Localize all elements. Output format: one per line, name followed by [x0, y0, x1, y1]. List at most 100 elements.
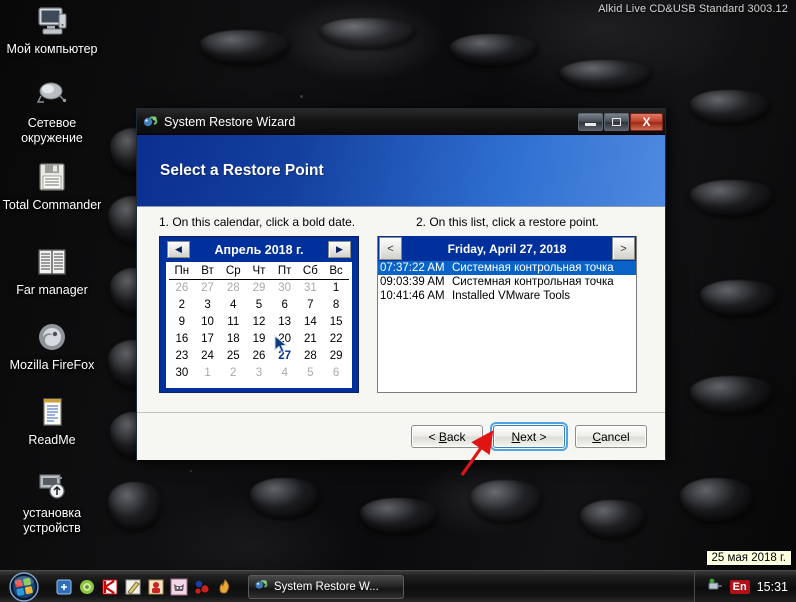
quick-launch-bar[interactable]: [55, 578, 234, 596]
wallpaper-texture: [450, 34, 538, 66]
system-tray[interactable]: En 15:31: [693, 570, 796, 602]
restore-point-time: 10:41:46 AM: [380, 290, 445, 302]
calendar-day-cell[interactable]: 15: [323, 314, 349, 331]
desktop-icon-my-computer[interactable]: Мой компьютер: [0, 4, 104, 57]
minimize-button[interactable]: [578, 112, 603, 131]
desktop-icon-far-manager[interactable]: Far manager: [0, 245, 104, 298]
desktop-icon-readme[interactable]: ReadMe: [0, 395, 104, 448]
calendar-day-cell[interactable]: 5: [298, 365, 324, 382]
desktop-icon-label: Мой компьютер: [6, 42, 98, 56]
maximize-button[interactable]: [604, 112, 629, 131]
calendar-day-cell[interactable]: 2: [220, 365, 246, 382]
calendar-day-cell[interactable]: 1: [195, 365, 221, 382]
instruction-list: 2. On this list, click a restore point.: [416, 215, 599, 229]
security-icon[interactable]: [147, 578, 165, 596]
calendar-weekday: Чт: [246, 264, 272, 280]
calendar-day-cell[interactable]: 23: [169, 348, 195, 365]
restore-point-items[interactable]: 07:37:22 AM Системная контрольная точка 09…: [378, 261, 636, 303]
close-button[interactable]: X: [630, 112, 663, 131]
calendar-day-cell[interactable]: 6: [272, 297, 298, 314]
pencil-icon[interactable]: [124, 578, 142, 596]
flame-icon[interactable]: [216, 578, 234, 596]
safely-remove-icon[interactable]: [707, 576, 723, 597]
restore-point-description: Installed VMware Tools: [452, 290, 571, 302]
calendar-day-cell[interactable]: 28: [220, 280, 246, 297]
calendar-day-cell[interactable]: 14: [298, 314, 324, 331]
calendar-day-cell[interactable]: 22: [323, 331, 349, 348]
calendar-day-cell[interactable]: 26: [246, 348, 272, 365]
taskbar-task-list[interactable]: System Restore W...: [248, 574, 404, 599]
system-restore-wizard-dialog[interactable]: System Restore Wizard X Select a Restore…: [136, 108, 666, 460]
cat-icon[interactable]: [170, 578, 188, 596]
calendar-day-cell[interactable]: 18: [220, 331, 246, 348]
list-next-day-button[interactable]: >: [612, 237, 635, 260]
desktop-icon-label: Far manager: [16, 283, 88, 297]
calendar-day-cell[interactable]: 2: [169, 297, 195, 314]
language-indicator[interactable]: En: [729, 579, 750, 594]
restore-calendar[interactable]: ◀ Апрель 2018 г. ▶ Пн Вт Ср Чт Пт Сб Вс 26 27 28…: [159, 236, 359, 393]
taskbar-clock[interactable]: 15:31: [757, 580, 788, 594]
calendar-table: Пн Вт Ср Чт Пт Сб Вс 26 27 28 29 30 31 1 2 3 4 5 6 7 8 9 10 11…: [169, 264, 349, 382]
calendar-day-cell[interactable]: 28: [298, 348, 324, 365]
calendar-day-cell[interactable]: 5: [246, 297, 272, 314]
window-controls[interactable]: X: [578, 112, 663, 131]
calendar-day-cell[interactable]: 26: [169, 280, 195, 297]
calendar-day-cell[interactable]: 1: [323, 280, 349, 297]
calendar-day-cell[interactable]: 8: [323, 297, 349, 314]
back-button[interactable]: < Back: [411, 425, 483, 448]
calendar-day-cell[interactable]: 31: [298, 280, 324, 297]
dialog-titlebar[interactable]: System Restore Wizard X: [137, 109, 665, 135]
calendar-day-cell[interactable]: 25: [220, 348, 246, 365]
calendar-day-cell[interactable]: 24: [195, 348, 221, 365]
dialog-body: 1. On this calendar, click a bold date. …: [137, 207, 665, 460]
restore-point-item[interactable]: 09:03:39 AM Системная контрольная точка: [378, 275, 636, 289]
calendar-day-cell[interactable]: 17: [195, 331, 221, 348]
calendar-day-cell[interactable]: 27: [272, 348, 298, 365]
start-button[interactable]: [1, 571, 47, 602]
desktop-icon-mozilla-firefox[interactable]: Mozilla FireFox: [0, 320, 104, 373]
calendar-day-cell[interactable]: 9: [169, 314, 195, 331]
next-button[interactable]: Next >: [490, 422, 568, 451]
calendar-day-cell[interactable]: 3: [246, 365, 272, 382]
calendar-day-cell[interactable]: 20: [272, 331, 298, 348]
calendar-day-cell[interactable]: 30: [169, 365, 195, 382]
restore-point-item[interactable]: 07:37:22 AM Системная контрольная точка: [378, 261, 636, 275]
wallpaper-texture: [690, 90, 770, 124]
list-prev-day-button[interactable]: <: [379, 237, 402, 260]
calendar-day-cell[interactable]: 29: [323, 348, 349, 365]
calendar-day-cell[interactable]: 13: [272, 314, 298, 331]
calendar-prev-month-button[interactable]: ◀: [167, 241, 190, 258]
calendar-day-cell[interactable]: 21: [298, 331, 324, 348]
browser-icon[interactable]: [78, 578, 96, 596]
calendar-day-cell[interactable]: 6: [323, 365, 349, 382]
desktop-icon-total-commander[interactable]: Total Commander: [0, 160, 104, 213]
calendar-month-label: Апрель 2018 г.: [214, 242, 304, 257]
calendar-day-cell[interactable]: 30: [272, 280, 298, 297]
desktop-icon-device-install[interactable]: установка устройств: [0, 468, 104, 536]
calendar-next-month-button[interactable]: ▶: [328, 241, 351, 258]
restore-point-item[interactable]: 10:41:46 AM Installed VMware Tools: [378, 289, 636, 303]
calendar-grid[interactable]: Пн Вт Ср Чт Пт Сб Вс 26 27 28 29 30 31 1 2 3 4 5 6 7 8 9 10 11…: [166, 262, 352, 388]
cancel-button[interactable]: Cancel: [575, 425, 647, 448]
desktop-icon-network-neighborhood[interactable]: Сетевое окружение: [0, 78, 104, 146]
calendar-day-cell[interactable]: 29: [246, 280, 272, 297]
calendar-day-cell[interactable]: 4: [220, 297, 246, 314]
show-desktop-icon[interactable]: [55, 578, 73, 596]
desktop[interactable]: Alkid Live CD&USB Standard 3003.12 Мой к…: [0, 0, 796, 570]
calendar-day-rows[interactable]: 26 27 28 29 30 31 1 2 3 4 5 6 7 8 9 10 11 12 13 14 15 16 17 18 1…: [169, 280, 349, 382]
calendar-day-cell[interactable]: 10: [195, 314, 221, 331]
restore-point-list[interactable]: < Friday, April 27, 2018 > 07:37:22 AM Си…: [377, 236, 637, 393]
calendar-day-cell[interactable]: 12: [246, 314, 272, 331]
calendar-day-cell[interactable]: 7: [298, 297, 324, 314]
kaspersky-icon[interactable]: [101, 578, 119, 596]
calendar-day-cell[interactable]: 27: [195, 280, 221, 297]
dialog-banner: Select a Restore Point: [137, 135, 665, 207]
calendar-day-cell[interactable]: 3: [195, 297, 221, 314]
molecule-icon[interactable]: [193, 578, 211, 596]
taskbar-button-system-restore[interactable]: System Restore W...: [248, 574, 404, 599]
calendar-day-cell[interactable]: 16: [169, 331, 195, 348]
calendar-day-cell[interactable]: 11: [220, 314, 246, 331]
taskbar[interactable]: System Restore W... En 15:31: [0, 570, 796, 602]
calendar-day-cell[interactable]: 19: [246, 331, 272, 348]
calendar-day-cell[interactable]: 4: [272, 365, 298, 382]
